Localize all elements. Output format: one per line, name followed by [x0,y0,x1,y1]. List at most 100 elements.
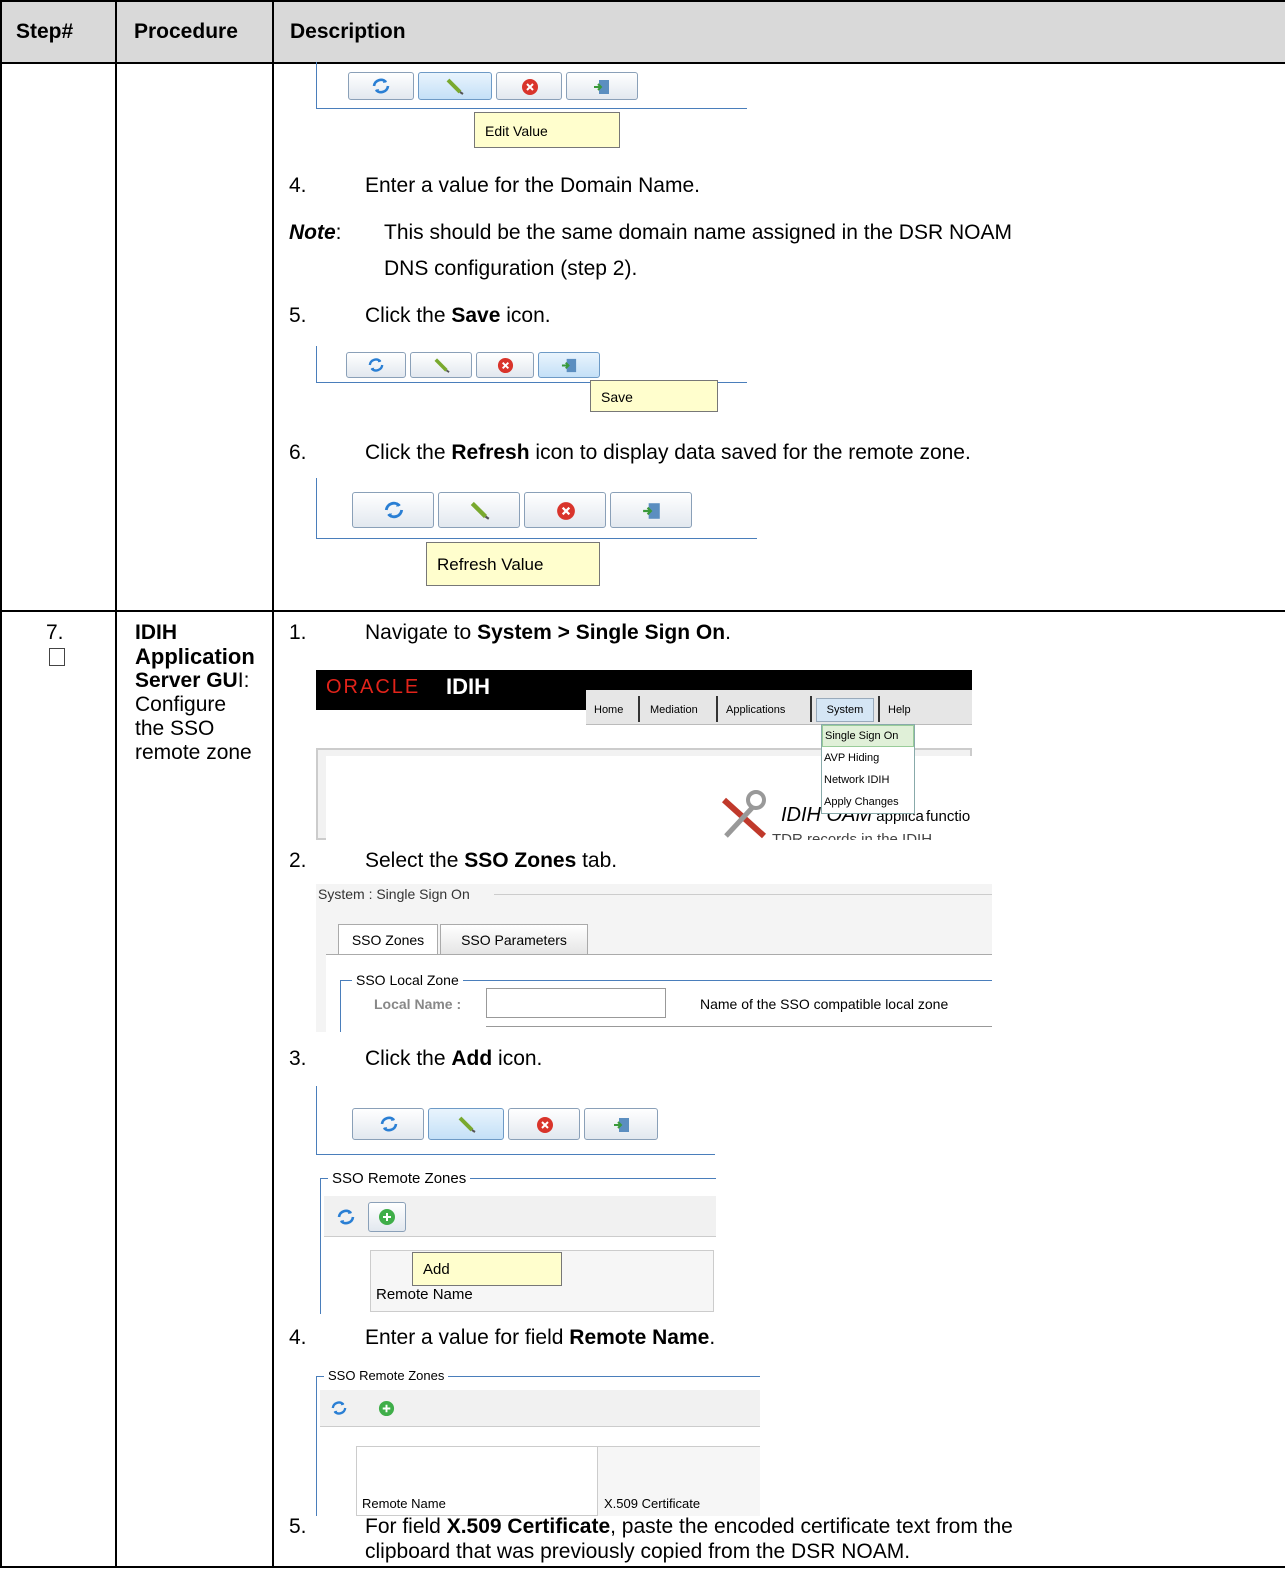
edit-button[interactable] [438,492,520,528]
remote-zones-legend: SSO Remote Zones [328,1170,471,1187]
edit-pencil-icon [434,358,450,373]
list-item-text-line2: clipboard that was previously copied fro… [365,1540,911,1563]
list-item-text: Click the Add icon. [365,1047,543,1070]
local-zone-legend: SSO Local Zone [352,972,463,988]
remote-zones-enter: SSO Remote Zones Remote Name X.509 Certi… [316,1366,760,1516]
menu-mediation[interactable]: Mediation [650,704,698,716]
note-text-line2: DNS configuration (step 2). [384,257,638,280]
local-name-label: Local Name : [374,996,462,1012]
list-item-text: Click the Refresh icon to display data s… [365,441,971,464]
save-button[interactable] [538,352,600,378]
table-border [0,0,2,1568]
idih-screenshot: ORACLE IDIH Home Mediation Applications … [316,670,972,840]
panel-title: System : Single Sign On [318,886,470,902]
refresh-icon[interactable] [336,1208,356,1226]
cancel-icon [522,79,538,95]
column-x509-certificate: X.509 Certificate [604,1496,701,1511]
remote-zones-add: SSO Remote Zones Add Remote Name [320,1166,716,1314]
list-item-text: For field X.509 Certificate, paste the e… [365,1515,1013,1538]
add-button[interactable] [368,1202,406,1232]
edit-pencil-icon [470,501,490,520]
refresh-icon[interactable] [330,1400,348,1416]
refresh-button[interactable] [348,72,414,100]
dropdown-item-avp-hiding[interactable]: AVP Hiding [822,747,914,769]
tooltip-save: Save [590,380,718,412]
menu-home[interactable]: Home [594,704,623,716]
cancel-button[interactable] [476,352,534,378]
local-name-help: Name of the SSO compatible local zone [700,996,949,1012]
cancel-icon [557,502,575,520]
dropdown-item-network-idih[interactable]: Network IDIH [822,769,914,791]
list-item-text: Select the SSO Zones tab. [365,849,618,872]
panel-title-rule [494,894,992,895]
save-button[interactable] [610,492,692,528]
menu-divider [716,696,718,722]
save-button[interactable] [584,1108,658,1140]
cancel-button[interactable] [508,1108,580,1140]
note-text-line1: This should be the same domain name assi… [384,221,1012,244]
table-border [272,0,274,1568]
menu-divider [878,696,880,722]
checkbox-icon[interactable] [49,648,65,666]
system-dropdown: Single Sign On AVP Hiding Network IDIH A… [821,724,915,814]
table-border [0,0,1285,2]
cancel-icon [537,1117,553,1133]
tooltip-refresh-value: Refresh Value [426,542,600,586]
save-icon [614,1118,629,1132]
sso-screenshot: System : Single Sign On SSO Zones SSO Pa… [316,884,992,1032]
menu-help[interactable]: Help [888,704,911,716]
edit-button[interactable] [428,1108,504,1140]
tools-icon [721,790,767,839]
oracle-logo: ORACLE [326,676,421,698]
cancel-icon [497,357,514,374]
menu-divider [638,696,640,722]
refresh-button[interactable] [352,492,434,528]
refresh-icon [384,501,404,519]
table-border [115,0,117,1568]
refresh-button[interactable] [346,352,406,378]
table-border [0,610,1285,612]
list-number: 3. [289,1047,307,1070]
header-procedure-cell: Procedure [117,2,272,62]
menu-system[interactable]: System [816,698,874,722]
header-procedure: Procedure [134,20,238,43]
dropdown-item-apply-changes[interactable]: Apply Changes [822,791,914,813]
column-remote-name: Remote Name [362,1496,446,1511]
cancel-button[interactable] [496,72,562,100]
list-item-text: Enter a value for the Domain Name. [365,174,700,197]
list-number: 5. [289,304,307,327]
add-icon [379,1209,395,1225]
product-name: IDIH [446,674,490,699]
refresh-icon [380,1116,398,1132]
toolbar-refresh: Refresh Value [316,478,757,590]
oam-text: functio [926,808,971,825]
note-label: Note: [289,221,342,244]
oam-text: TDR records in the IDIH ProTrace applica… [772,831,933,840]
toolbar-save: Save [316,346,747,416]
menu-applications[interactable]: Applications [726,704,785,716]
toolbar-edit: Edit Value [316,62,747,150]
header-step-cell: Step# [2,2,115,62]
list-number: 2. [289,849,307,872]
list-number: 6. [289,441,307,464]
cancel-button[interactable] [524,492,606,528]
local-name-input[interactable] [486,988,666,1018]
refresh-button[interactable] [352,1108,424,1140]
menu-divider [810,696,812,722]
dropdown-item-single-sign-on[interactable]: Single Sign On [822,725,914,747]
tab-sso-parameters[interactable]: SSO Parameters [440,924,588,956]
table-border [0,1566,1285,1568]
add-icon[interactable] [378,1400,395,1417]
remote-zones-legend: SSO Remote Zones [324,1368,449,1383]
edit-button[interactable] [418,72,492,100]
tooltip-edit-value: Edit Value [474,112,620,148]
edit-button[interactable] [410,352,472,378]
refresh-icon [368,358,384,372]
list-number: 5. [289,1515,307,1538]
header-step: Step# [16,20,74,43]
list-item-text: Navigate to System > Single Sign On. [365,621,731,644]
refresh-icon [372,78,390,94]
save-button[interactable] [566,72,638,100]
header-description: Description [290,20,406,43]
tab-sso-zones[interactable]: SSO Zones [338,924,438,955]
